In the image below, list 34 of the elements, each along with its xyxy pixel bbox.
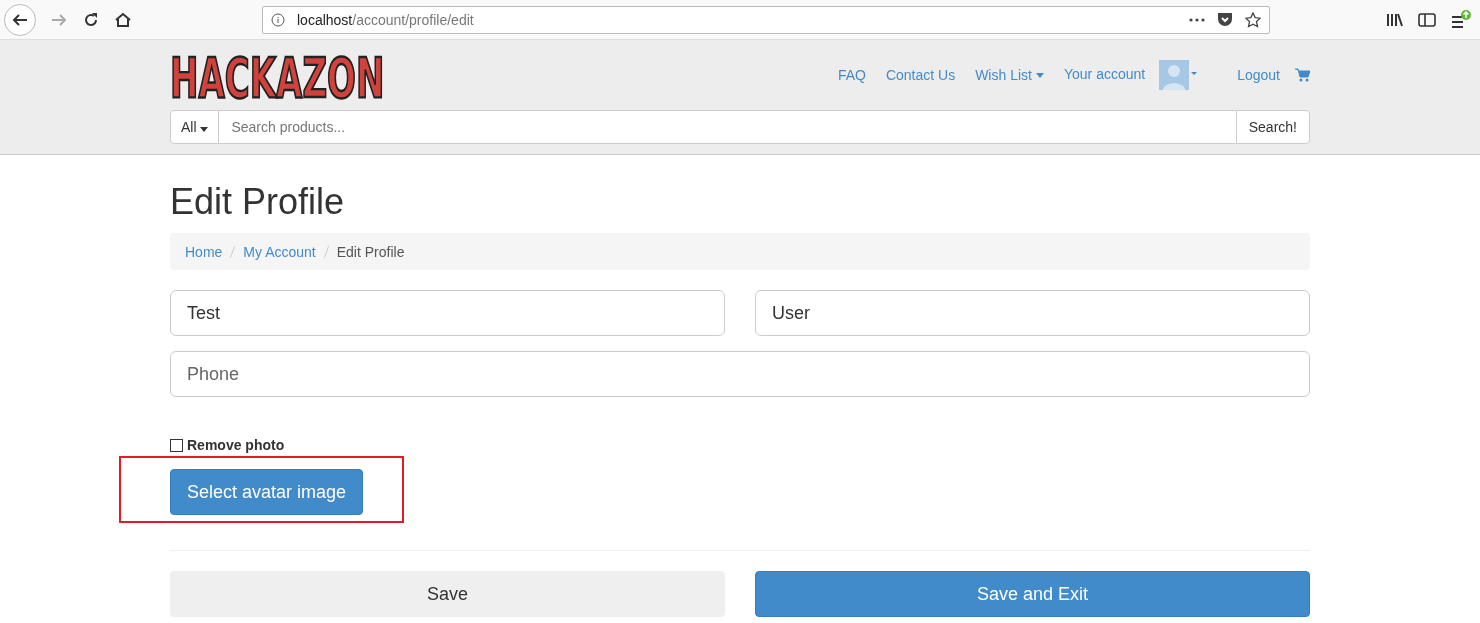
url-text: localhost/account/profile/edit [297,11,474,28]
back-button[interactable] [4,3,36,36]
nav-link[interactable]: Your account [1063,65,1146,82]
reload-icon[interactable] [82,10,100,29]
search-button[interactable]: Search! [1235,110,1310,144]
nav-link[interactable]: Logout [1237,67,1280,83]
pocket-icon[interactable] [1217,12,1233,27]
save-and-exit-button[interactable]: Save and Exit [755,571,1310,617]
breadcrumb-link[interactable]: Home [185,243,223,260]
remove-photo-checkbox[interactable] [170,438,183,452]
library-icon[interactable] [1386,11,1404,28]
save-button[interactable]: Save [170,571,725,617]
nav-link[interactable]: Contact Us [885,67,956,83]
search-field[interactable]: Search products... [219,110,1236,144]
star-icon[interactable] [1245,11,1261,28]
nav-dropdown[interactable]: Wish List [975,67,1044,83]
cart-icon[interactable] [1294,68,1310,82]
nav-link[interactable]: FAQ [837,67,866,83]
address-bar[interactable]: localhost/account/profile/edit [262,5,1270,34]
home-icon[interactable] [114,10,132,29]
info-icon[interactable] [271,12,285,27]
more-icon[interactable] [1189,17,1205,22]
remove-photo-label: Remove photo [187,437,285,453]
site-logo[interactable]: HACKAZON [170,50,385,106]
sidebar-icon[interactable] [1418,11,1436,28]
page-title: Edit Profile [170,181,346,223]
first-name-field[interactable]: Test [170,290,725,336]
menu-icon[interactable] [1450,8,1472,31]
last-name-field[interactable]: User [755,290,1310,336]
breadcrumb-link[interactable]: My Account [243,243,316,260]
category-dropdown[interactable]: All [170,110,220,144]
breadcrumb-current: Edit Profile [336,243,405,260]
select-avatar-button[interactable]: Select avatar image [170,469,364,515]
phone-field[interactable]: Phone [170,351,1310,397]
